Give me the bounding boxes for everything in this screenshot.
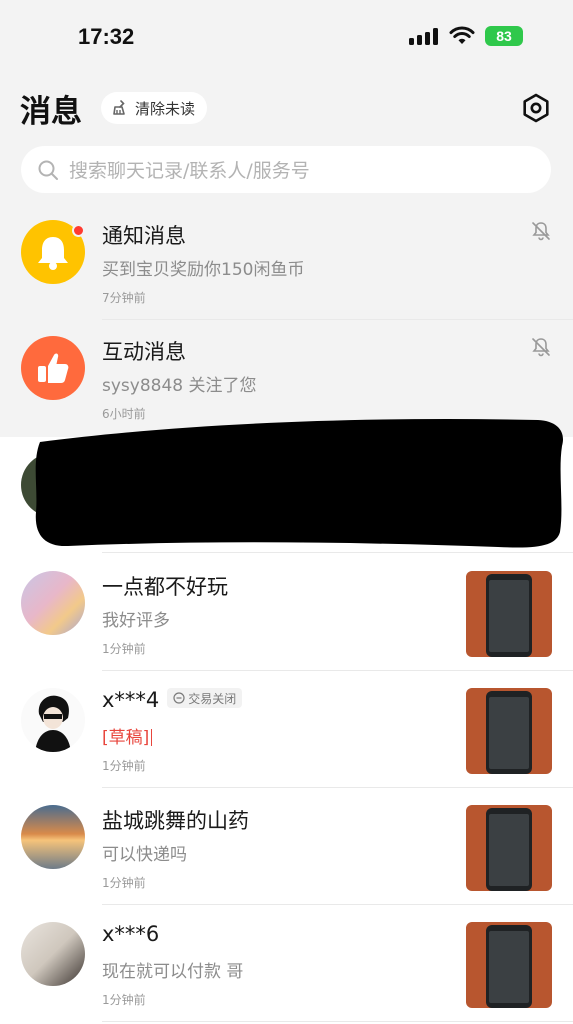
conversation-time: 1分钟前 — [102, 759, 146, 773]
conversation-name: x***4 交易关闭 — [102, 688, 243, 712]
search-input[interactable]: 搜索聊天记录/联系人/服务号 — [21, 146, 551, 193]
settings-icon[interactable] — [520, 92, 552, 124]
user-avatar — [21, 571, 85, 635]
divider — [102, 670, 573, 671]
conversation-preview: 我好评多 — [102, 611, 170, 631]
phone-image — [466, 688, 552, 774]
search-icon — [38, 160, 58, 180]
conversation-time: 7分钟前 — [102, 291, 146, 305]
search-placeholder: 搜索聊天记录/联系人/服务号 — [69, 160, 310, 182]
battery-indicator: 83 — [485, 26, 523, 46]
item-thumbnail — [466, 922, 552, 1008]
conversation-preview: 买到宝贝奖励你150闲鱼币 — [102, 260, 305, 280]
user-avatar — [21, 922, 85, 986]
avatar-illustration — [35, 695, 71, 752]
interaction-avatar — [21, 336, 85, 400]
user-avatar — [21, 805, 85, 869]
bell-muted-icon — [532, 338, 550, 357]
conversation-preview: sysy8848 关注了您 — [102, 376, 257, 396]
conversation-preview: [草稿] — [102, 723, 153, 748]
status-tag-label: 交易关闭 — [188, 691, 237, 706]
conversation-name-text: x***4 — [102, 688, 160, 712]
user-avatar — [21, 688, 85, 752]
cellular-signal-icon — [409, 28, 438, 45]
minus-circle-icon — [173, 692, 185, 704]
wifi-icon — [449, 26, 475, 44]
page-title: 消息 — [20, 94, 82, 130]
divider — [102, 319, 573, 320]
conversation-name: 互动消息 — [102, 340, 186, 364]
unread-dot — [72, 224, 85, 237]
divider — [102, 1021, 573, 1022]
divider — [102, 552, 573, 553]
redaction-block — [35, 418, 563, 548]
item-thumbnail — [466, 688, 552, 774]
item-thumbnail — [466, 571, 552, 657]
thumbs-up-icon — [38, 353, 69, 383]
phone-image — [466, 922, 552, 1008]
conversation-name: 通知消息 — [102, 224, 186, 248]
clear-unread-label: 清除未读 — [135, 99, 196, 118]
status-tag: 交易关闭 — [167, 688, 243, 708]
text-caret — [151, 729, 153, 746]
conversation-preview: 现在就可以付款 哥 — [102, 962, 244, 982]
conversation-name: 盐城跳舞的山药 — [102, 809, 249, 833]
draft-label: [草稿] — [102, 728, 150, 748]
divider — [102, 904, 573, 905]
status-time: 17:32 — [78, 24, 135, 49]
status-icons: 83 — [409, 26, 523, 46]
conversation-name: 一点都不好玩 — [102, 575, 228, 599]
bell-muted-icon — [532, 222, 550, 241]
phone-image — [466, 571, 552, 657]
conversation-time: 1分钟前 — [102, 993, 146, 1007]
broom-icon — [113, 100, 125, 115]
conversation-preview: 可以快递吗 — [102, 845, 187, 865]
conversation-name: x***6 — [102, 922, 160, 946]
item-thumbnail — [466, 805, 552, 891]
conversation-item[interactable]: x***6 现在就可以付款 哥 1分钟前 — [0, 922, 573, 1024]
conversation-time: 1分钟前 — [102, 876, 146, 890]
conversation-time: 1分钟前 — [102, 642, 146, 656]
clear-unread-button[interactable]: 清除未读 — [101, 92, 208, 124]
divider — [102, 787, 573, 788]
phone-image — [466, 805, 552, 891]
